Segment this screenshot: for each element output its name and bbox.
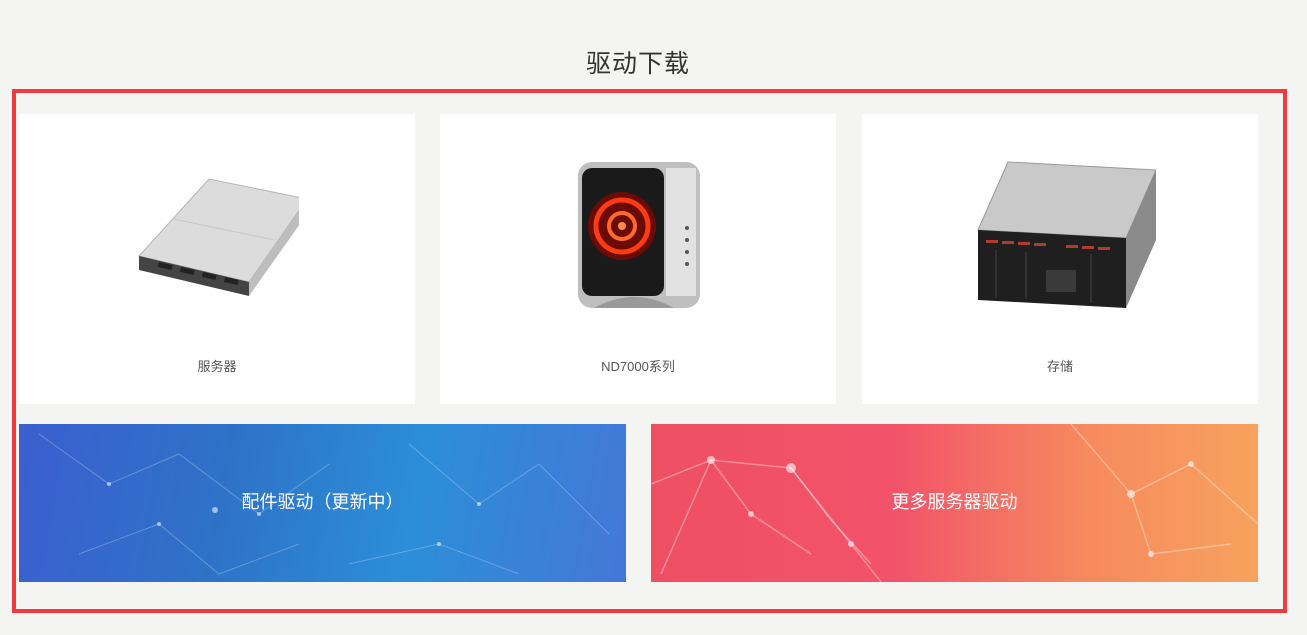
tower-workstation-icon bbox=[578, 162, 700, 308]
storage-chassis-icon bbox=[977, 161, 1156, 308]
section-title: 驱动下载 bbox=[585, 50, 690, 78]
card-label: 存储 bbox=[1046, 359, 1073, 374]
card-label: 服务器 bbox=[197, 359, 237, 374]
banner-label: 配件驱动（更新中） bbox=[241, 492, 404, 512]
card-server[interactable]: 服务器 bbox=[19, 114, 415, 404]
accessory-drivers-banner[interactable]: 配件驱动（更新中） bbox=[19, 424, 626, 582]
card-label: ND7000系列 bbox=[601, 359, 675, 374]
banner-label: 更多服务器驱动 bbox=[891, 492, 1018, 512]
card-nd7000[interactable]: ND7000系列 bbox=[440, 114, 836, 404]
more-server-drivers-banner[interactable]: 更多服务器驱动 bbox=[651, 424, 1258, 582]
rack-server-icon bbox=[138, 178, 299, 296]
card-storage[interactable]: 存储 bbox=[862, 114, 1258, 404]
